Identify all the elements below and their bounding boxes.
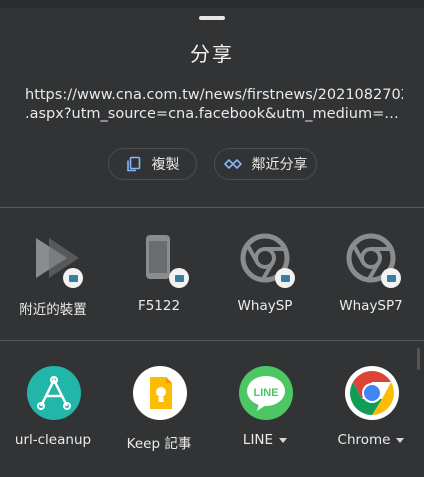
direct-target-label: 附近的裝置 [19,302,87,318]
chrome-outline-icon [239,232,295,288]
divider-top [0,207,424,208]
shared-url-line-2: .aspx?utm_source=cna.facebook&utm_medium… [25,106,403,122]
chrome-outline-icon [345,232,401,288]
copy-icon [126,156,142,172]
copy-button[interactable]: 複製 [108,148,197,180]
nearby-share-icon [223,158,242,170]
sheet-title: 分享 [190,42,234,66]
direct-share-row: 附近的裝置 F5122 WhaySP WhaySP7 [0,230,424,320]
url-cleanup-icon [27,366,81,420]
drag-handle[interactable] [199,16,225,20]
app-label: LINE [212,432,318,448]
message-badge-icon [169,268,189,288]
line-icon: LINE [239,366,293,420]
nearby-share-label: 鄰近分享 [251,157,308,173]
message-badge-icon [381,268,401,288]
message-badge-icon [63,268,83,288]
app-label: Keep 記事 [126,436,192,452]
app-row: url-cleanup Keep 記事 LINE LINE Chrome [0,366,424,466]
shared-url-line-1: https://www.cna.com.tw/news/firstnews/20… [25,87,403,103]
divider-bottom [0,340,424,341]
share-sheet: 分享 https://www.cna.com.tw/news/firstnews… [0,0,424,477]
copy-label: 複製 [151,157,180,173]
app-label: url-cleanup [14,432,92,448]
direct-target-label: F5122 [137,298,181,314]
message-badge-icon [275,268,295,288]
nearby-share-icon [27,232,83,288]
nearby-share-button[interactable]: 鄰近分享 [214,148,317,180]
direct-target-label: WhaySP7 [339,298,403,314]
chrome-icon [345,366,399,420]
phone-icon [133,232,189,288]
app-label: Chrome [318,432,424,448]
direct-target-label: WhaySP [237,298,293,314]
shared-url: https://www.cna.com.tw/news/firstnews/20… [25,86,403,124]
svg-text:LINE: LINE [253,387,278,399]
keep-icon [133,366,187,420]
status-strip [0,0,424,8]
